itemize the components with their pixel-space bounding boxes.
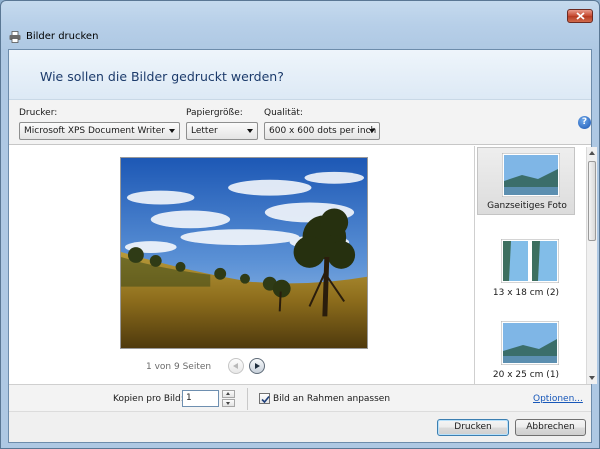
chevron-right-icon <box>255 363 260 369</box>
quality-label: Qualität: <box>264 108 303 118</box>
layout-label-full-page: Ganzseitiges Foto <box>487 201 567 211</box>
layout-thumb-13x18 <box>501 239 559 283</box>
quality-select[interactable]: 600 x 600 dots per inch <box>264 122 380 140</box>
options-link[interactable]: Optionen... <box>533 394 583 404</box>
chevron-down-icon <box>369 129 375 133</box>
print-options-bar: Drucker: Microsoft XPS Document Writer P… <box>9 100 591 145</box>
fit-to-frame-label: Bild an Rahmen anpassen <box>273 394 391 404</box>
paper-size-select[interactable]: Letter <box>186 122 258 140</box>
copies-increment-button[interactable] <box>222 390 235 398</box>
printer-label: Drucker: <box>19 108 58 118</box>
preview-photo <box>120 157 368 349</box>
paper-size-label: Papiergröße: <box>186 108 243 118</box>
checkmark-icon <box>261 395 270 404</box>
print-dialog-window: Bilder drucken Wie sollen die Bilder ged… <box>0 0 600 449</box>
scroll-up-icon[interactable] <box>589 151 595 155</box>
cancel-button[interactable]: Abbrechen <box>515 419 586 436</box>
previous-page-button[interactable] <box>228 358 244 374</box>
layout-list-scrollbar[interactable] <box>586 147 597 384</box>
page-title: Wie sollen die Bilder gedruckt werden? <box>40 69 284 84</box>
layout-item-13x18[interactable]: 13 x 18 cm (2) <box>477 234 575 302</box>
scroll-down-icon[interactable] <box>589 376 595 380</box>
scroll-thumb[interactable] <box>588 161 596 241</box>
fit-to-frame-checkbox[interactable] <box>259 393 270 404</box>
close-button[interactable] <box>567 9 593 23</box>
divider <box>247 388 248 410</box>
layout-label-13x18: 13 x 18 cm (2) <box>492 288 560 298</box>
chevron-down-icon <box>169 129 175 133</box>
chevron-down-icon <box>247 129 253 133</box>
layout-thumb-20x25 <box>501 321 559 365</box>
copies-bar: Kopien pro Bild: 1 Bild an Rahmen anpass… <box>9 384 591 412</box>
printer-select-value: Microsoft XPS Document Writer <box>24 126 165 136</box>
printer-select[interactable]: Microsoft XPS Document Writer <box>19 122 180 140</box>
next-page-button[interactable] <box>249 358 265 374</box>
layout-thumb-full-page <box>502 153 560 197</box>
chevron-left-icon <box>233 363 238 369</box>
header-band: Wie sollen die Bilder gedruckt werden? <box>9 50 591 100</box>
print-preview-area: 1 von 9 Seiten <box>9 146 474 384</box>
dialog-client-area: Wie sollen die Bilder gedruckt werden? D… <box>8 49 597 443</box>
title-bar: Bilder drucken <box>1 1 599 49</box>
copies-decrement-button[interactable] <box>222 399 235 407</box>
window-title: Bilder drucken <box>26 31 99 42</box>
page-info: 1 von 9 Seiten <box>146 362 212 372</box>
layout-item-full-page[interactable]: Ganzseitiges Foto <box>477 147 575 215</box>
quality-select-value: 600 x 600 dots per inch <box>269 126 377 136</box>
layout-list: Ganzseitiges Foto 13 x 18 cm (2) 20 x 25… <box>474 146 591 384</box>
layout-label-20x25: 20 x 25 cm (1) <box>492 370 560 380</box>
copies-input[interactable]: 1 <box>182 390 219 407</box>
layout-item-20x25[interactable]: 20 x 25 cm (1) <box>477 316 575 384</box>
help-icon[interactable]: ? <box>578 116 591 129</box>
printer-icon <box>9 31 21 43</box>
close-icon <box>575 12 585 20</box>
dialog-footer: Drucken Abbrechen <box>9 412 591 442</box>
paper-size-select-value: Letter <box>191 126 218 136</box>
copies-label: Kopien pro Bild: <box>113 394 184 404</box>
print-button[interactable]: Drucken <box>437 419 509 436</box>
